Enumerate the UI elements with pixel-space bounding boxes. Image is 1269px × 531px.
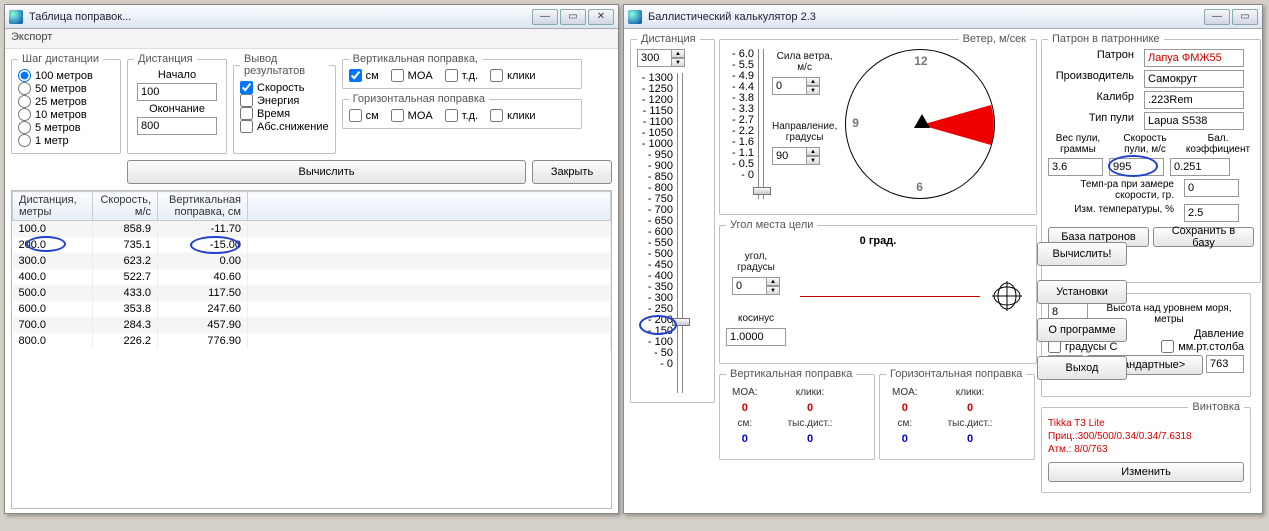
minimize-button[interactable]: — bbox=[532, 9, 558, 25]
compass-arrow-icon bbox=[914, 114, 930, 128]
table-row[interactable]: 800.0226.2776.90 bbox=[13, 333, 611, 349]
temp-change-input[interactable] bbox=[1184, 204, 1239, 222]
caliber-input[interactable] bbox=[1144, 91, 1244, 109]
horizontal-correction-output: Горизонтальная поправка MOA:0см:0 клики:… bbox=[879, 368, 1035, 460]
table-row[interactable]: 500.0433.0117.50 bbox=[13, 285, 611, 301]
left-window-title: Таблица поправок... bbox=[29, 11, 532, 23]
about-button[interactable]: О программе bbox=[1037, 318, 1127, 342]
left-titlebar: Таблица поправок... — ▭ ✕ bbox=[5, 5, 618, 29]
step-radio-5[interactable]: 5 метров bbox=[18, 121, 114, 134]
distance-end-input[interactable] bbox=[137, 117, 217, 135]
settings-button[interactable]: Установки bbox=[1037, 280, 1127, 304]
check-speed[interactable]: Скорость bbox=[240, 81, 329, 94]
hcorr-clicks[interactable]: клики bbox=[490, 109, 535, 122]
measure-temp-input[interactable] bbox=[1184, 179, 1239, 197]
distance-slider[interactable] bbox=[677, 73, 683, 393]
minimize-button[interactable]: — bbox=[1204, 9, 1230, 25]
rifle-line1: Tikka T3 Lite bbox=[1048, 417, 1244, 430]
check-time[interactable]: Время bbox=[240, 107, 329, 120]
output-results-group: Вывод результатов Скорость Энергия Время… bbox=[233, 53, 336, 154]
table-row[interactable]: 600.0353.8247.60 bbox=[13, 301, 611, 317]
cosine-input[interactable] bbox=[726, 328, 786, 346]
hcorr-moa[interactable]: MOA bbox=[391, 109, 433, 122]
table-row[interactable]: 300.0623.20.00 bbox=[13, 253, 611, 269]
step-legend: Шаг дистанции bbox=[18, 53, 103, 65]
cartridge-name-input[interactable] bbox=[1144, 49, 1244, 67]
save-db-button[interactable]: Сохранить в базу bbox=[1153, 227, 1254, 247]
target-angle-panel: Угол места цели 0 град. угол, градусы ▲▼… bbox=[719, 219, 1037, 364]
vertical-correction-output: Вертикальная поправка MOA:0см:0 клики:0т… bbox=[719, 368, 875, 460]
results-table: Дистанция, метры Скорость, м/с Вертикаль… bbox=[12, 191, 611, 349]
change-rifle-button[interactable]: Изменить bbox=[1048, 462, 1244, 482]
distance-start-input[interactable] bbox=[137, 83, 217, 101]
distance-group: Дистанция Начало Окончание bbox=[127, 53, 227, 154]
distance-panel: Дистанция ▲▼ - 1300- 1250- 1200- 1150- 1… bbox=[630, 33, 715, 403]
ballistic-calculator-window: Баллистический калькулятор 2.3 — ▭ Диста… bbox=[623, 4, 1263, 514]
pressure-input[interactable] bbox=[1206, 355, 1244, 373]
check-abs[interactable]: Абс.снижение bbox=[240, 120, 329, 133]
vertical-correction-group: Вертикальная поправка, см MOA т.д. клики bbox=[342, 53, 582, 89]
rifle-line2: Приц.:300/500/0.34/0.34/7.6318 bbox=[1048, 430, 1244, 443]
rifle-line3: Атм.: 8/0/763 bbox=[1048, 443, 1244, 456]
corrections-table-window: Таблица поправок... — ▭ ✕ Экспорт Шаг ди… bbox=[4, 4, 619, 514]
vcorr-clicks[interactable]: клики bbox=[490, 69, 535, 82]
wind-compass[interactable]: 12 3 6 9 bbox=[845, 49, 995, 199]
step-radio-50[interactable]: 50 метров bbox=[18, 82, 114, 95]
app-icon bbox=[628, 10, 642, 24]
bullet-speed-input[interactable] bbox=[1109, 158, 1164, 176]
left-menubar: Экспорт bbox=[5, 29, 618, 49]
angle-zero-label: 0 град. bbox=[726, 235, 1030, 247]
bullet-type-input[interactable] bbox=[1144, 112, 1244, 130]
wind-panel: Ветер, м/сек - 6.0- 5.5- 4.9- 4.4- 3.8- … bbox=[719, 33, 1037, 215]
main-calc-button[interactable]: Вычислить! bbox=[1037, 242, 1127, 266]
hcorr-td[interactable]: т.д. bbox=[445, 109, 478, 122]
check-energy[interactable]: Энергия bbox=[240, 94, 329, 107]
bullet-weight-input[interactable] bbox=[1048, 158, 1103, 176]
horizontal-correction-group: Горизонтальная поправка см MOA т.д. клик… bbox=[342, 93, 582, 129]
step-radio-25[interactable]: 25 метров bbox=[18, 95, 114, 108]
distance-spinner[interactable]: ▲▼ bbox=[637, 49, 685, 67]
close-button[interactable]: ✕ bbox=[588, 9, 614, 25]
table-row[interactable]: 700.0284.3457.90 bbox=[13, 317, 611, 333]
step-radio-10[interactable]: 10 метров bbox=[18, 108, 114, 121]
step-distance-group: Шаг дистанции 100 метров 50 метров 25 ме… bbox=[11, 53, 121, 154]
calculate-button[interactable]: Вычислить bbox=[127, 160, 526, 184]
step-radio-100[interactable]: 100 метров bbox=[18, 69, 114, 82]
results-table-container: Дистанция, метры Скорость, м/с Вертикаль… bbox=[11, 190, 612, 509]
maker-input[interactable] bbox=[1144, 70, 1244, 88]
vcorr-td[interactable]: т.д. bbox=[445, 69, 478, 82]
rifle-panel: Винтовка Tikka T3 Lite Приц.:300/500/0.3… bbox=[1041, 401, 1251, 493]
close-table-button[interactable]: Закрыть bbox=[532, 160, 612, 184]
maximize-button[interactable]: ▭ bbox=[560, 9, 586, 25]
wind-dir-spinner[interactable]: ▲▼ bbox=[772, 147, 837, 165]
check-mmhg[interactable]: мм.рт.столба bbox=[1161, 340, 1244, 353]
app-icon bbox=[9, 10, 23, 24]
table-row[interactable]: 400.0522.740.60 bbox=[13, 269, 611, 285]
right-window-title: Баллистический калькулятор 2.3 bbox=[648, 11, 1204, 23]
vcorr-cm[interactable]: см bbox=[349, 69, 379, 82]
table-row[interactable]: 100.0858.9-11.70 bbox=[13, 221, 611, 238]
right-titlebar: Баллистический калькулятор 2.3 — ▭ bbox=[624, 5, 1262, 29]
menu-export[interactable]: Экспорт bbox=[11, 31, 52, 43]
exit-button[interactable]: Выход bbox=[1037, 356, 1127, 380]
vcorr-moa[interactable]: MOA bbox=[391, 69, 433, 82]
wind-slider[interactable] bbox=[758, 49, 764, 199]
bc-input[interactable] bbox=[1170, 158, 1230, 176]
wind-force-spinner[interactable]: ▲▼ bbox=[772, 77, 837, 95]
step-radio-1[interactable]: 1 метр bbox=[18, 134, 114, 147]
angle-spinner[interactable]: ▲▼ bbox=[732, 277, 780, 295]
hcorr-cm[interactable]: см bbox=[349, 109, 379, 122]
crosshair-icon bbox=[992, 281, 1022, 311]
maximize-button[interactable]: ▭ bbox=[1232, 9, 1258, 25]
table-row[interactable]: 200.0735.1-15.00 bbox=[13, 237, 611, 253]
